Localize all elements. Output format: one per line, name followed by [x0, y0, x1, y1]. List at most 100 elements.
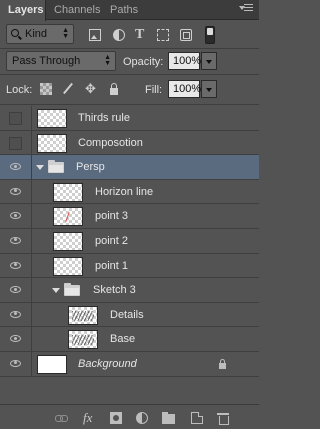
expand-triangle-icon[interactable]	[36, 165, 44, 171]
lock-label: Lock:	[6, 84, 33, 96]
search-icon	[11, 29, 19, 37]
layer-row[interactable]: Horizon line	[0, 179, 259, 205]
filter-toggle-switch[interactable]	[205, 26, 215, 44]
eye-icon	[10, 163, 21, 171]
layer-thumbnail	[53, 231, 83, 251]
fill-label: Fill:	[145, 84, 163, 96]
layer-thumbnail	[53, 256, 83, 276]
layer-row[interactable]: point 1	[0, 253, 259, 279]
layer-name: Composotion	[78, 136, 143, 149]
panel-menu-icon[interactable]	[239, 4, 253, 16]
group-row[interactable]: Sketch 3	[0, 278, 259, 303]
opacity-slider-button[interactable]	[201, 52, 217, 70]
layer-name: Thirds rule	[78, 112, 130, 124]
layer-name: point 2	[95, 234, 129, 247]
spinner-arrows-icon: ▲ ▼	[104, 54, 111, 67]
link-layers-icon[interactable]	[55, 412, 68, 424]
blend-row: Pass Through ▲ ▼ Opacity: 100%	[0, 49, 259, 74]
layer-mask-icon[interactable]	[110, 412, 122, 424]
image-filter-icon[interactable]	[89, 29, 101, 41]
visibility-toggle[interactable]	[0, 327, 32, 351]
fill-slider-button[interactable]	[201, 80, 217, 98]
group-row[interactable]: Persp	[0, 155, 259, 180]
eye-icon	[10, 187, 21, 195]
filter-kind-dropdown[interactable]: Kind ▲ ▼	[6, 24, 74, 44]
layer-thumbnail	[68, 330, 98, 350]
fill-field[interactable]: 100%	[168, 80, 201, 98]
spinner-arrows-icon: ▲ ▼	[62, 27, 69, 40]
smart-object-filter-icon[interactable]	[180, 29, 192, 41]
visibility-toggle[interactable]	[0, 278, 32, 302]
layer-thumbnail	[37, 133, 67, 153]
layer-row[interactable]: point 2	[0, 228, 259, 254]
layer-thumbnail	[53, 182, 83, 202]
delete-layer-icon[interactable]	[217, 412, 229, 425]
shape-filter-icon[interactable]	[157, 29, 169, 41]
new-group-icon[interactable]	[162, 412, 175, 424]
visibility-toggle[interactable]	[0, 155, 32, 179]
fx-icon[interactable]: fx	[83, 411, 95, 424]
expand-triangle-icon[interactable]	[52, 288, 60, 294]
layers-list: Thirds rule Composotion Persp Horizon li…	[0, 106, 259, 377]
folder-icon	[64, 283, 80, 297]
layer-name: Base	[110, 333, 136, 346]
visibility-toggle[interactable]	[0, 204, 32, 228]
visibility-toggle[interactable]	[0, 302, 32, 327]
lock-all-icon[interactable]	[108, 83, 120, 95]
tab-channels[interactable]: Channels	[54, 0, 100, 20]
layer-name: Background	[78, 357, 137, 370]
layer-row[interactable]: Details	[0, 302, 259, 328]
group-name: Persp	[76, 161, 105, 174]
visibility-toggle[interactable]	[0, 106, 32, 130]
eye-icon	[10, 261, 21, 269]
visibility-off-box	[9, 136, 22, 150]
layers-bottom-toolbar: fx	[0, 404, 259, 429]
layer-name: Details	[110, 308, 144, 321]
filter-kind-label: Kind	[25, 28, 48, 40]
layer-row[interactable]: Thirds rule	[0, 106, 259, 131]
adjustment-layer-icon[interactable]	[136, 412, 148, 424]
layer-row[interactable]: Base	[0, 327, 259, 352]
lock-position-icon[interactable]: ✥	[85, 82, 97, 95]
divider	[0, 104, 259, 105]
visibility-toggle[interactable]	[0, 228, 32, 253]
eye-icon	[10, 310, 21, 318]
layer-name: Horizon line	[95, 185, 154, 198]
type-filter-icon[interactable]: T	[135, 28, 147, 42]
new-layer-icon[interactable]	[191, 412, 203, 424]
layer-name: point 3	[95, 210, 129, 223]
panel-tab-bar: Layers Channels Paths	[0, 0, 259, 21]
layer-thumbnail	[37, 109, 67, 128]
layer-thumbnail	[53, 207, 83, 227]
lock-image-pixels-icon[interactable]	[62, 83, 74, 95]
layer-row[interactable]: point 3	[0, 204, 259, 229]
visibility-toggle[interactable]	[0, 351, 32, 376]
eye-icon	[10, 286, 21, 294]
layer-filter-row: Kind ▲ ▼ T	[0, 21, 259, 48]
lock-row: Lock: ✥ Fill:	[0, 75, 259, 103]
tab-paths[interactable]: Paths	[110, 0, 138, 20]
lock-transparent-pixels-icon[interactable]	[40, 83, 52, 95]
group-name: Sketch 3	[93, 284, 136, 297]
eye-icon	[10, 359, 21, 367]
layer-thumbnail	[37, 354, 67, 374]
blend-mode-value: Pass Through	[12, 55, 81, 67]
adjustment-filter-icon[interactable]	[113, 29, 125, 41]
opacity-label: Opacity:	[123, 56, 164, 68]
layer-row[interactable]: Composotion	[0, 130, 259, 156]
opacity-field[interactable]: 100%	[168, 52, 201, 70]
tab-layers[interactable]: Layers	[0, 0, 46, 21]
layer-name: point 1	[95, 259, 129, 272]
eye-icon	[10, 236, 21, 244]
visibility-toggle[interactable]	[0, 253, 32, 278]
folder-icon	[48, 160, 64, 174]
visibility-toggle[interactable]	[0, 179, 32, 204]
visibility-off-box	[9, 112, 22, 125]
blend-mode-dropdown[interactable]: Pass Through ▲ ▼	[6, 51, 116, 71]
layer-thumbnail	[68, 305, 98, 325]
eye-icon	[10, 212, 21, 220]
background-layer-row[interactable]: Background	[0, 351, 259, 377]
eye-icon	[10, 335, 21, 343]
lock-icon	[218, 358, 227, 369]
visibility-toggle[interactable]	[0, 130, 32, 155]
